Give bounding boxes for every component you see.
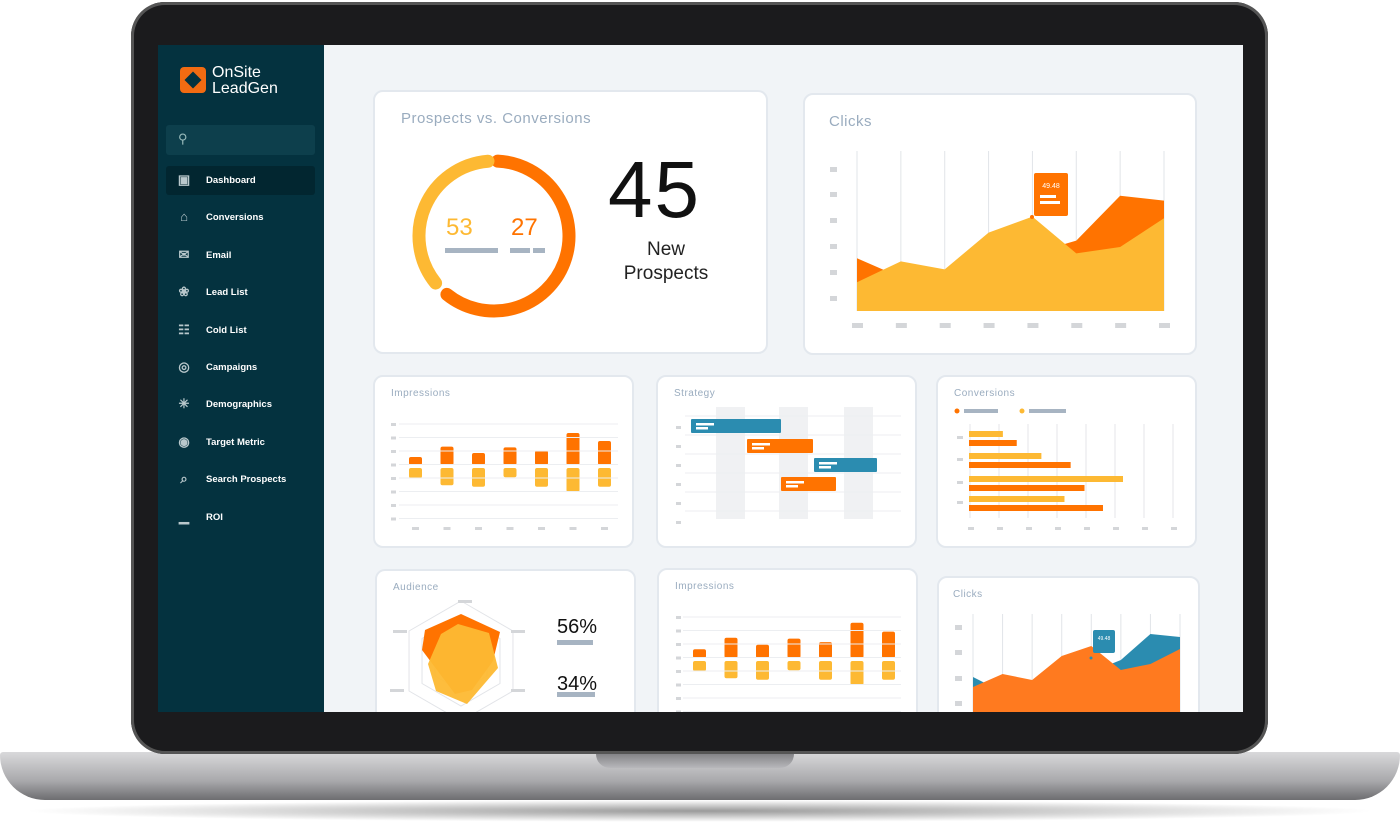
label-line-2: Prospects [623,263,709,284]
sidebar-item-label: Lead List [206,287,248,299]
search-icon: ⚲ [178,131,188,146]
card-title: Strategy [674,388,716,399]
sidebar-item-search-prospects[interactable]: ⌕ Search Prospects [166,465,315,494]
clicks-card: Clicks [803,93,1197,355]
bullseye-icon: ◉ [178,433,190,449]
brand-name: OnSite LeadGen [212,65,278,97]
search-chart-icon: ⌕ [180,471,188,487]
strategy-card: Strategy [656,375,917,548]
prospects-value: 53 [446,214,473,241]
clicks-2-card: Clicks [937,576,1200,712]
label-line-1: New [646,239,685,260]
dashboard-screen: OnSite LeadGen ⚲ ▣ Dashboard ⌂ Conversions ✉ E… [158,45,1243,712]
audience-stat-1: 56% [557,616,598,638]
sidebar-item-dashboard[interactable]: ▣ Dashboard [166,166,315,195]
card-title: Prospects vs. Conversions [401,110,592,127]
cursor-burst-icon: ✳ [178,396,190,412]
sidebar-item-label: Target Metric [206,436,265,448]
card-title: Clicks [829,113,872,130]
card-title: Audience [393,582,439,593]
card-title: Conversions [954,388,1016,399]
sidebar-item-label: Demographics [206,399,272,411]
new-prospects-label: New Prospects [611,238,721,286]
envelope-icon: ✉ [178,246,190,262]
sidebar-item-email[interactable]: ✉ Email [166,241,315,270]
sidebar-item-lead-list[interactable]: ❀ Lead List [166,278,315,307]
sidebar: OnSite LeadGen ⚲ ▣ Dashboard ⌂ Conversions ✉ E… [158,45,324,712]
sidebar-item-label: Dashboard [206,175,256,186]
impressions-2-card: Impressions [657,568,918,712]
sidebar-item-label: Email [206,249,232,261]
hierarchy-icon: ☷ [178,321,190,337]
search-input[interactable]: ⚲ [166,125,315,155]
sidebar-item-campaigns[interactable]: ◎ Campaigns [166,353,315,382]
laptop-notch [596,752,794,768]
impressions-card: Impressions [373,375,634,548]
sidebar-item-label: ROI [206,511,223,523]
tags-icon: ⌂ [180,209,188,225]
new-prospects-number: 45 [608,145,701,234]
sidebar-item-label: Cold List [206,324,247,336]
brand-line-2: LeadGen [212,80,278,97]
conversions-value: 27 [511,214,538,241]
conversions-card: Conversions [936,375,1197,548]
card-title: Impressions [675,581,735,592]
sidebar-item-demographics[interactable]: ✳ Demographics [166,390,315,419]
sidebar-item-conversions[interactable]: ⌂ Conversions [166,203,315,232]
prospects-card: Prospects vs. Conversions 53 27 45 New Pr… [373,90,768,354]
network-icon: ❀ [178,284,190,300]
sidebar-item-cold-list[interactable]: ☷ Cold List [166,316,315,345]
sidebar-item-roi[interactable]: ▁ ROI [166,503,315,532]
sidebar-item-label: Search Prospects [206,474,287,486]
bar-growth-icon: ▁ [179,508,189,524]
laptop-shadow [20,800,1380,822]
card-title: Impressions [391,388,451,399]
dashboard-gauge-icon: ▣ [177,172,191,187]
sidebar-item-label: Conversions [206,212,264,224]
sidebar-item-target-metric[interactable]: ◉ Target Metric [166,428,315,457]
audience-card: Audience 56% 34% [375,569,636,712]
sidebar-item-label: Campaigns [206,362,258,373]
card-title: Clicks [953,589,983,600]
audience-stat-2: 34% [557,673,598,695]
logo-icon [180,67,206,93]
brand-line-1: OnSite [212,64,261,81]
target-cursor-icon: ◎ [178,359,190,374]
